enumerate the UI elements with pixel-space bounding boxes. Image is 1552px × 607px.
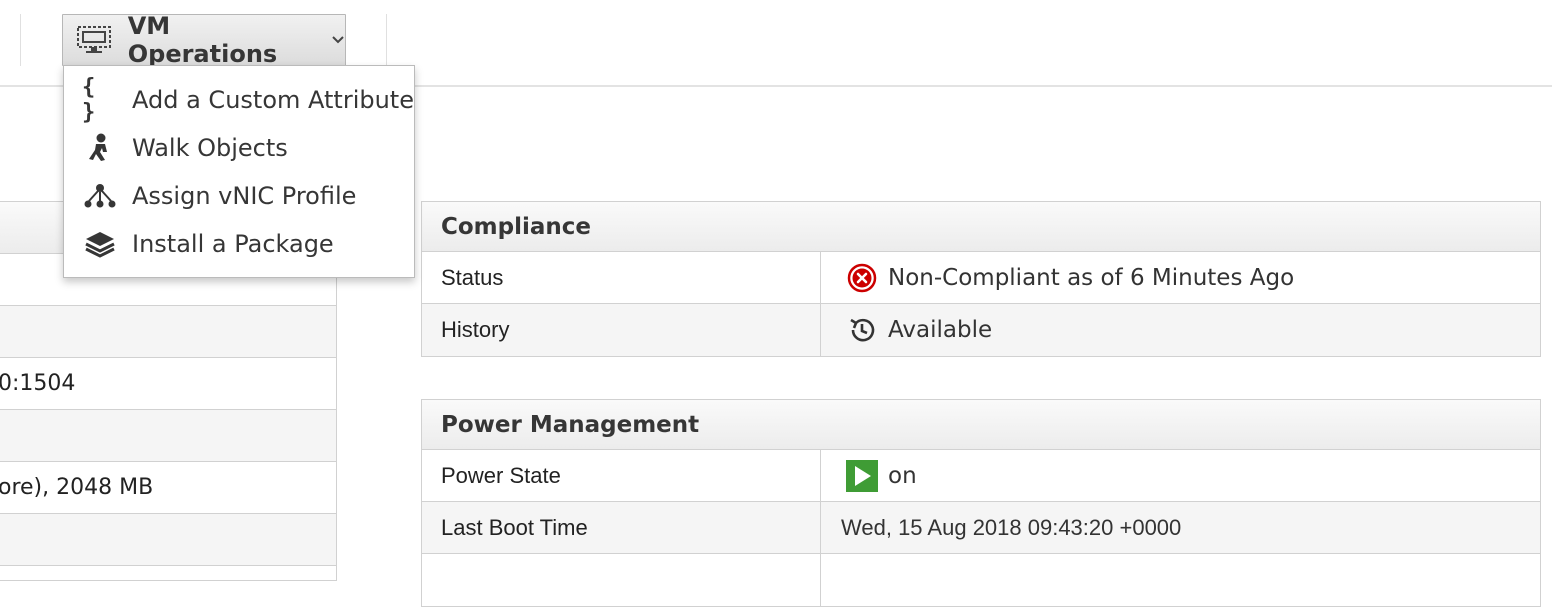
vm-operations-button[interactable]: VM Operations	[62, 12, 346, 68]
history-link[interactable]: Available	[888, 317, 992, 343]
status-label: Status	[422, 252, 821, 303]
vm-operations-label: VM Operations	[127, 12, 278, 68]
braces-icon: { }	[82, 75, 96, 125]
vm-operations-menu: { } Add a Custom Attribute Walk Objects …	[63, 65, 415, 278]
last-boot-time-label: Last Boot Time	[422, 502, 821, 553]
stack-layers-icon	[82, 230, 118, 258]
table-row: 0:1504	[0, 358, 336, 410]
toolbar-divider	[386, 14, 387, 66]
last-boot-time-value: Wed, 15 Aug 2018 09:43:20 +0000	[841, 514, 1182, 540]
table-row[interactable]: History Available	[422, 304, 1540, 356]
table-row	[0, 306, 336, 358]
table-row: ore), 2048 MB	[0, 462, 336, 514]
table-row	[0, 410, 336, 462]
toolbar-divider	[20, 14, 21, 66]
power-management-title: Power Management	[422, 400, 1540, 450]
table-row	[422, 554, 1540, 606]
table-row[interactable]: Last Boot Time Wed, 15 Aug 2018 09:43:20…	[422, 502, 1540, 554]
table-row[interactable]: Power State on	[422, 450, 1540, 502]
menu-item-walk-objects[interactable]: Walk Objects	[64, 124, 414, 172]
compliance-title: Compliance	[422, 202, 1540, 252]
status-text: Non-Compliant as of 6 Minutes Ago	[888, 264, 1295, 291]
power-state-value: on	[821, 450, 1540, 501]
power-state-text: on	[888, 462, 917, 489]
menu-item-add-custom-attribute[interactable]: { } Add a Custom Attribute	[64, 75, 414, 125]
network-nodes-icon	[82, 183, 118, 209]
walking-person-icon	[82, 133, 118, 163]
power-management-panel: Power Management Power State on Last Boo…	[421, 399, 1541, 607]
table-row[interactable]: Status Non-Compliant as of 6 Minutes Ago	[422, 252, 1540, 304]
history-icon	[846, 314, 878, 346]
menu-item-assign-vnic-profile[interactable]: Assign vNIC Profile	[64, 172, 414, 220]
compliance-panel: Compliance Status Non-Compliant as of 6 …	[421, 201, 1541, 357]
chevron-down-icon	[331, 35, 345, 45]
error-circle-icon	[846, 262, 878, 294]
history-value: Available	[821, 304, 1540, 356]
history-label: History	[422, 304, 821, 356]
power-state-label: Power State	[422, 450, 821, 501]
table-row	[0, 514, 336, 566]
vm-monitor-icon	[77, 26, 112, 54]
menu-item-install-package[interactable]: Install a Package	[64, 220, 414, 268]
status-value: Non-Compliant as of 6 Minutes Ago	[821, 252, 1540, 303]
play-icon	[846, 459, 878, 492]
